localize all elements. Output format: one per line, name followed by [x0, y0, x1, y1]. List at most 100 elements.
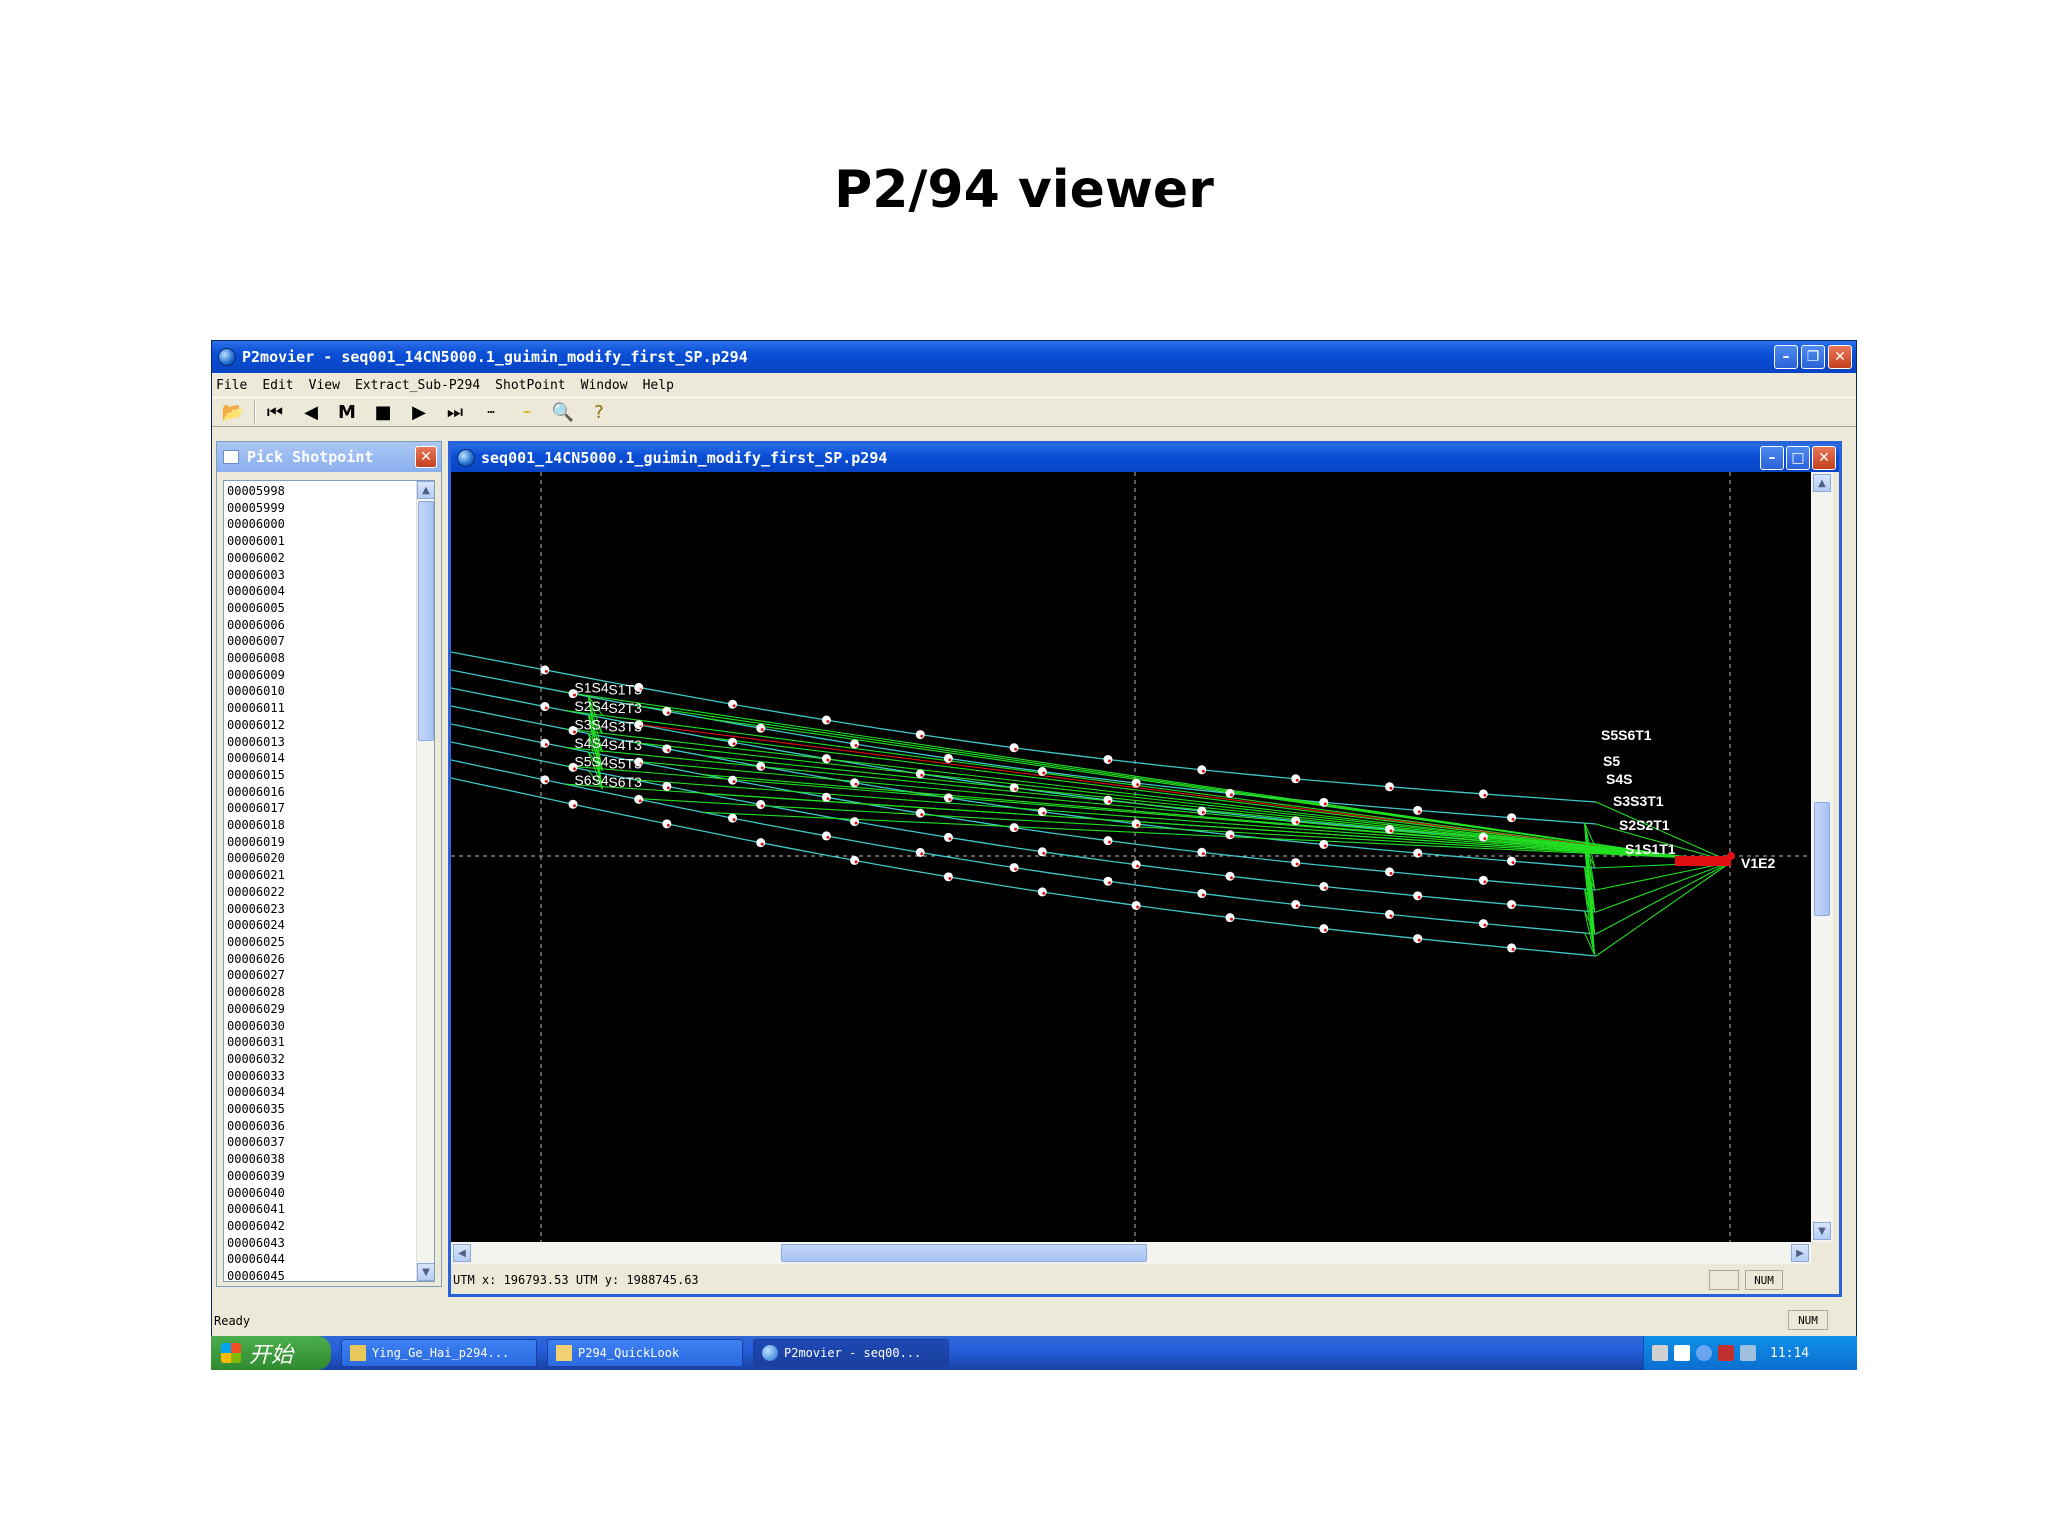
- play-icon[interactable]: ▶: [404, 399, 434, 425]
- shotpoint-list-item[interactable]: 00006039: [227, 1168, 434, 1185]
- first-icon[interactable]: ⏮: [260, 399, 290, 425]
- shotpoint-list-item[interactable]: 00006017: [227, 800, 434, 817]
- minimize-button[interactable]: –: [1774, 345, 1798, 369]
- child-minimize-button[interactable]: –: [1760, 446, 1784, 470]
- shotpoint-list-item[interactable]: 00006044: [227, 1251, 434, 1268]
- shotpoint-list-item[interactable]: 00006006: [227, 617, 434, 634]
- restore-button[interactable]: ❐: [1801, 345, 1825, 369]
- menu-view[interactable]: View: [309, 378, 340, 393]
- shotpoint-list-item[interactable]: 00006016: [227, 784, 434, 801]
- menu-file[interactable]: File: [216, 378, 247, 393]
- child-titlebar[interactable]: seq001_14CN5000.1_guimin_modify_first_SP…: [451, 444, 1839, 472]
- shotpoint-list-item[interactable]: 00006032: [227, 1051, 434, 1068]
- ruler-icon[interactable]: ┅: [476, 399, 506, 425]
- shotpoint-list-item[interactable]: 00006041: [227, 1201, 434, 1218]
- shotpoint-list-item[interactable]: 00006026: [227, 951, 434, 968]
- shotpoint-list-item[interactable]: 00006045: [227, 1268, 434, 1281]
- plot-vertical-scrollbar[interactable]: ▲ ▼: [1811, 472, 1833, 1242]
- shotpoint-list-item[interactable]: 00006010: [227, 683, 434, 700]
- keyboard-icon[interactable]: [1652, 1345, 1668, 1361]
- zoom-icon[interactable]: 🔍: [548, 399, 578, 425]
- child-maximize-button[interactable]: □: [1786, 446, 1810, 470]
- shotpoint-list-item[interactable]: 00006008: [227, 650, 434, 667]
- taskbar-item-label: P294_QuickLook: [578, 1346, 680, 1360]
- volume-icon[interactable]: [1740, 1345, 1756, 1361]
- shotpoint-list-item[interactable]: 00006042: [227, 1218, 434, 1235]
- taskbar-item-p294-quicklook[interactable]: P294_QuickLook: [547, 1339, 743, 1367]
- plot-hscroll-thumb[interactable]: [781, 1244, 1147, 1262]
- app-titlebar[interactable]: P2movier - seq001_14CN5000.1_guimin_modi…: [212, 341, 1856, 373]
- plot-horizontal-scrollbar[interactable]: ◀ ▶: [451, 1242, 1811, 1264]
- navigation-plot[interactable]: S6S4 S6T3 S5S4 S5T3 S4S4 S4T3 S3S4 S3T3 S2S4 S2T3…: [451, 472, 1811, 1242]
- shotpoint-list-item[interactable]: 00006027: [227, 967, 434, 984]
- shotpoint-list-item[interactable]: 00006014: [227, 750, 434, 767]
- shotpoint-list-item[interactable]: 00006019: [227, 834, 434, 851]
- shotpoint-list-item[interactable]: 00006007: [227, 633, 434, 650]
- shotpoint-list-item[interactable]: 00006038: [227, 1151, 434, 1168]
- child-close-button[interactable]: ✕: [1812, 446, 1836, 470]
- shotpoint-list-item[interactable]: 00006025: [227, 934, 434, 951]
- shotpoint-list-item[interactable]: 00006034: [227, 1084, 434, 1101]
- menu-edit[interactable]: Edit: [262, 378, 293, 393]
- shotpoint-list-item[interactable]: 00005998: [227, 483, 434, 500]
- shotpoint-list-scrollbar[interactable]: ▲ ▼: [416, 481, 434, 1281]
- menu-shotpoint[interactable]: ShotPoint: [495, 378, 565, 393]
- shotpoint-list-item[interactable]: 00006002: [227, 550, 434, 567]
- plot-scroll-left-arrow[interactable]: ◀: [453, 1244, 471, 1262]
- menu-help[interactable]: Help: [643, 378, 674, 393]
- plot-vscroll-thumb[interactable]: [1814, 802, 1830, 916]
- shotpoint-list-item[interactable]: 00006015: [227, 767, 434, 784]
- shotpoint-list-item[interactable]: 00006018: [227, 817, 434, 834]
- chevron-left-icon[interactable]: [1696, 1345, 1712, 1361]
- shotpoint-list-item[interactable]: 00006037: [227, 1134, 434, 1151]
- pick-panel-close-button[interactable]: ✕: [415, 446, 437, 468]
- shotpoint-list-item[interactable]: 00006012: [227, 717, 434, 734]
- shotpoint-list[interactable]: 00005998 00005999 00006000 00006001 00006002…: [223, 480, 435, 1282]
- shotpoint-list-item[interactable]: 00006000: [227, 516, 434, 533]
- shotpoint-list-item[interactable]: 00006009: [227, 667, 434, 684]
- scroll-thumb[interactable]: [418, 501, 434, 741]
- shotpoint-list-item[interactable]: 00006001: [227, 533, 434, 550]
- shotpoint-list-item[interactable]: 00006033: [227, 1068, 434, 1085]
- folder-open-icon[interactable]: 📂: [218, 399, 248, 425]
- shotpoint-list-item[interactable]: 00006003: [227, 567, 434, 584]
- shotpoint-list-item[interactable]: 00006029: [227, 1001, 434, 1018]
- plot-scroll-up-arrow[interactable]: ▲: [1813, 474, 1831, 492]
- last-icon[interactable]: ⏭: [440, 399, 470, 425]
- stop-icon[interactable]: ■: [368, 399, 398, 425]
- shotpoint-list-item[interactable]: 00006040: [227, 1185, 434, 1202]
- taskbar-item-ying-ge-hai[interactable]: Ying_Ge_Hai_p294...: [341, 1339, 537, 1367]
- scroll-up-arrow[interactable]: ▲: [417, 481, 434, 499]
- taskbar-item-p2movier[interactable]: P2movier - seq00...: [753, 1339, 949, 1367]
- shotpoint-list-item[interactable]: 00006028: [227, 984, 434, 1001]
- shotpoint-list-item[interactable]: 00006021: [227, 867, 434, 884]
- shotpoint-list-item[interactable]: 00006030: [227, 1018, 434, 1035]
- shotpoint-list-item[interactable]: 00006004: [227, 583, 434, 600]
- shotpoint-list-item[interactable]: 00006013: [227, 734, 434, 751]
- shotpoint-list-item[interactable]: 00006031: [227, 1034, 434, 1051]
- shotpoint-list-item[interactable]: 00006043: [227, 1235, 434, 1252]
- network-icon[interactable]: [1718, 1345, 1734, 1361]
- scroll-down-arrow[interactable]: ▼: [417, 1263, 434, 1281]
- menu-extract-sub-p294[interactable]: Extract_Sub-P294: [355, 378, 480, 393]
- ruler-yellow-icon[interactable]: ┅: [512, 399, 542, 425]
- plot-scroll-down-arrow[interactable]: ▼: [1813, 1222, 1831, 1240]
- shotpoint-list-item[interactable]: 00006024: [227, 917, 434, 934]
- shotpoint-list-item[interactable]: 00006011: [227, 700, 434, 717]
- shotpoint-list-item[interactable]: 00006020: [227, 850, 434, 867]
- shotpoint-list-item[interactable]: 00006036: [227, 1118, 434, 1135]
- shotpoint-list-item[interactable]: 00005999: [227, 500, 434, 517]
- close-button[interactable]: ✕: [1828, 345, 1852, 369]
- shotpoint-list-item[interactable]: 00006005: [227, 600, 434, 617]
- plot-scroll-right-arrow[interactable]: ▶: [1791, 1244, 1809, 1262]
- marker-button[interactable]: M: [332, 399, 362, 425]
- start-button[interactable]: 开始: [211, 1336, 331, 1370]
- help-icon[interactable]: ?: [584, 399, 614, 425]
- shotpoint-list-item[interactable]: 00006023: [227, 901, 434, 918]
- shotpoint-list-item[interactable]: 00006035: [227, 1101, 434, 1118]
- previous-icon[interactable]: ◀: [296, 399, 326, 425]
- menu-window[interactable]: Window: [581, 378, 628, 393]
- help-tray-icon[interactable]: [1674, 1345, 1690, 1361]
- pick-panel-titlebar[interactable]: Pick Shotpoint: [217, 442, 441, 472]
- shotpoint-list-item[interactable]: 00006022: [227, 884, 434, 901]
